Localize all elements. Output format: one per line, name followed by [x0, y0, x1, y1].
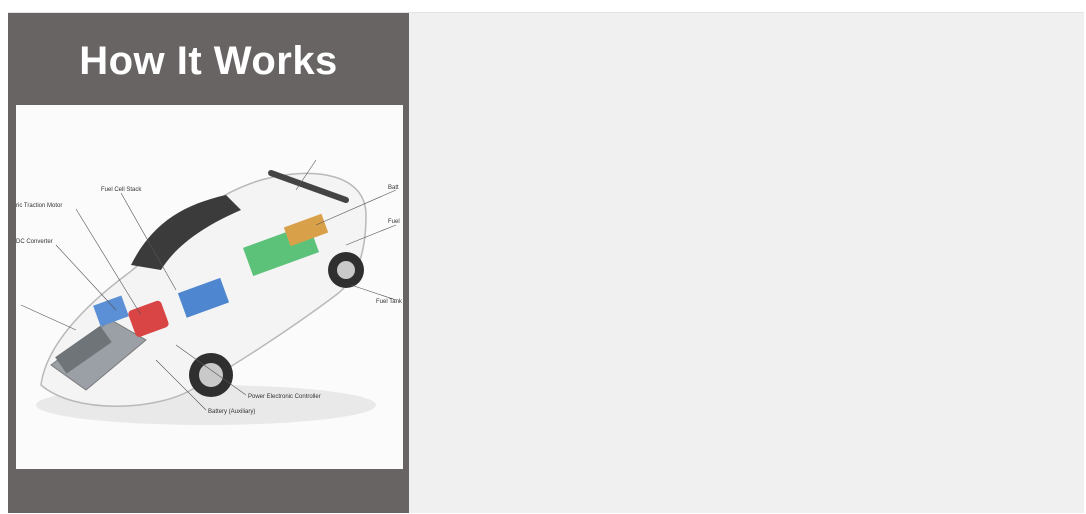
how-it-works-card[interactable]: How It Works Fuel Cell Stack ric Tractio… — [8, 13, 409, 513]
callout-dc-converter: DC Converter — [16, 239, 53, 245]
callout-traction-motor: ric Traction Motor — [16, 203, 62, 209]
content-area — [409, 13, 1084, 513]
callout-labels: Fuel Cell Stack ric Traction Motor DC Co… — [16, 185, 403, 415]
callout-fuel-tank: Fuel Tank — [376, 299, 403, 305]
callout-fuel: Fuel — [388, 219, 400, 225]
callout-power-electronic-controller: Power Electronic Controller — [248, 394, 321, 400]
callout-fuel-cell-stack: Fuel Cell Stack — [101, 187, 142, 193]
card-title: How It Works — [79, 39, 338, 83]
fuel-cell-car-illustration: Fuel Cell Stack ric Traction Motor DC Co… — [16, 105, 403, 469]
page-frame: How It Works Fuel Cell Stack ric Tractio… — [8, 12, 1084, 513]
callout-batt: Batt — [388, 185, 399, 191]
callout-battery: Battery (Auxiliary) — [208, 409, 255, 415]
